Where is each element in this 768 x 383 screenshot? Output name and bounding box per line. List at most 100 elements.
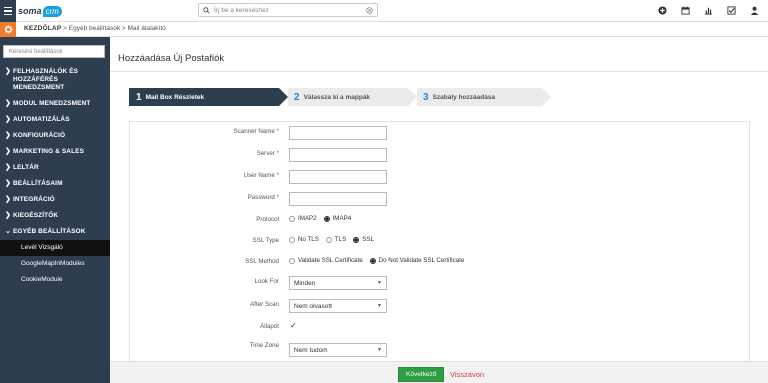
sidebar-item-automation[interactable]: ❯ AUTOMATIZÁLÁS: [0, 112, 110, 128]
sidebar-item-label: FELHASZNÁLÓK ÉS HOZZÁFÉRÉS MENEDZSMENT: [13, 68, 79, 91]
radio-circle-selected: [353, 236, 360, 243]
radio-circle: [289, 215, 295, 222]
field-label: Scanner Name *: [233, 128, 279, 135]
ssl-type-radio-no-tls[interactable]: No TLS: [289, 236, 319, 243]
sidebar-search-input[interactable]: Keresési beállítások: [3, 45, 105, 58]
chevron-right-icon: ❯: [5, 148, 11, 155]
breadcrumb-trail: > Egyéb beállítások > Mail átalakító: [61, 25, 166, 32]
sidebar-item-label: KONFIGURÁCIÓ: [13, 132, 66, 139]
sidebar-item-label: AUTOMATIZÁLÁS: [13, 116, 70, 123]
ssl-method-radio-group: Validate SSL Certificate Do Not Validate…: [289, 257, 464, 264]
step-mailbox-details: 1 Mail Box Részletek: [129, 88, 279, 106]
caret-down-icon: ▼: [377, 347, 382, 353]
sidebar-item-users-access[interactable]: ❯ FELHASZNÁLÓK ÉS HOZZÁFÉRÉS MENEDZSMENT: [0, 64, 110, 96]
protocol-radio-imap4[interactable]: IMAP4: [323, 215, 351, 222]
step-label: Válassza ki a mappák: [303, 93, 371, 101]
sidebar-subitem-mail-scanner[interactable]: Levél Vizsgáló: [0, 240, 110, 256]
user-icon[interactable]: [748, 4, 760, 16]
sidebar-item-integration[interactable]: ❯ INTEGRÁCIÓ: [0, 192, 110, 208]
sidebar-item-marketing-sales[interactable]: ❯ MARKETING & SALES: [0, 144, 110, 160]
sidebar-item-other-settings[interactable]: ⌄ EGYÉB BEÁLLÍTÁSOK: [0, 224, 110, 240]
top-bar: soma crm Írj be a kereséshez: [0, 0, 768, 22]
field-label: Állapot: [260, 323, 279, 330]
radio-circle: [289, 236, 295, 243]
sidebar-item-extensions[interactable]: ❯ KIEGÉSZÍTŐK: [0, 208, 110, 224]
breadcrumb: KEZDŐLAP > Egyéb beállítások > Mail átal…: [24, 25, 166, 32]
chevron-right-icon: ❯: [5, 180, 11, 187]
chevron-right-icon: ❯: [5, 164, 11, 171]
plus-icon[interactable]: [656, 4, 668, 16]
main-content: Hozzáadása Új Postafiók 1 Mail Box Részl…: [110, 37, 768, 383]
logo-badge: crm: [42, 5, 62, 17]
password-input[interactable]: [289, 192, 387, 206]
calendar-icon[interactable]: [679, 4, 691, 16]
ssl-type-radio-tls[interactable]: TLS: [325, 236, 346, 243]
breadcrumb-home[interactable]: KEZDŐLAP: [24, 25, 61, 32]
sidebar-item-label: LELTÁR: [13, 164, 39, 171]
time-zone-select[interactable]: Nem tudom ▼: [289, 343, 387, 357]
status-checkbox[interactable]: ✓: [290, 321, 297, 330]
wizard-steps: 1 Mail Box Részletek 2 Válassza ki a map…: [129, 88, 551, 106]
field-label: After Scan: [250, 301, 279, 308]
protocol-radio-group: IMAP2 IMAP4: [289, 215, 351, 222]
breadcrumb-bar: KEZDŐLAP > Egyéb beállítások > Mail átal…: [0, 22, 768, 37]
ssl-type-radio-ssl[interactable]: SSL: [353, 236, 374, 243]
sidebar-item-label: BEÁLLÍTÁSAIM: [13, 180, 63, 187]
settings-gear-icon[interactable]: [0, 22, 16, 37]
sidebar-item-my-settings[interactable]: ❯ BEÁLLÍTÁSAIM: [0, 176, 110, 192]
sidebar-subitem-cookie-module[interactable]: CookieModule: [0, 272, 110, 288]
top-icons: [656, 4, 760, 16]
user-name-input[interactable]: [289, 170, 387, 184]
step-number: 3: [423, 91, 429, 103]
mailbox-form: Scanner Name * Server * User Name * Pass…: [129, 121, 750, 383]
checklist-icon[interactable]: [725, 4, 737, 16]
sidebar-item-configuration[interactable]: ❯ KONFIGURÁCIÓ: [0, 128, 110, 144]
step-arrow: [408, 88, 417, 106]
field-label: Protocol: [256, 216, 279, 223]
form-footer: Következő Visszavon: [110, 361, 768, 383]
sidebar: Keresési beállítások ❯ FELHASZNÁLÓK ÉS HO…: [0, 37, 110, 383]
clear-search-icon[interactable]: [366, 6, 373, 14]
chevron-right-icon: ❯: [5, 116, 11, 123]
field-label: Server *: [256, 150, 279, 157]
look-for-select[interactable]: Minden ▼: [289, 276, 387, 290]
bar-chart-icon[interactable]: [702, 4, 714, 16]
logo-text: soma: [18, 6, 42, 16]
sidebar-item-module-management[interactable]: ❯ MODUL MENEDZSMENT: [0, 96, 110, 112]
radio-circle: [289, 257, 295, 264]
field-label: Look For: [254, 278, 279, 285]
ssl-method-radio-do-not-validate[interactable]: Do Not Validate SSL Certificate: [369, 257, 464, 264]
radio-circle: [325, 236, 332, 243]
step-number: 1: [136, 91, 142, 103]
sidebar-item-inventory[interactable]: ❯ LELTÁR: [0, 160, 110, 176]
hamburger-menu-icon[interactable]: [0, 0, 16, 22]
next-button[interactable]: Következő: [398, 367, 445, 382]
sidebar-subitem-google-map[interactable]: GoogleMapInModules: [0, 256, 110, 272]
sidebar-item-label: MODUL MENEDZSMENT: [13, 100, 91, 107]
ssl-type-radio-group: No TLS TLS SSL: [289, 236, 374, 243]
after-scan-select[interactable]: Nem olvasott ▼: [289, 299, 387, 313]
caret-down-icon: ▼: [377, 303, 382, 309]
divider: [110, 71, 768, 72]
step-add-rule: 3 Szabály hozzáadása: [417, 88, 542, 106]
cancel-link[interactable]: Visszavon: [450, 370, 484, 379]
step-arrow: [542, 88, 551, 106]
chevron-right-icon: ❯: [5, 68, 11, 75]
field-label: Time Zone: [249, 342, 279, 349]
protocol-radio-imap2[interactable]: IMAP2: [289, 215, 317, 222]
chevron-right-icon: ❯: [5, 100, 11, 107]
logo[interactable]: soma crm: [18, 3, 62, 19]
step-label: Szabály hozzáadása: [432, 93, 496, 101]
server-input[interactable]: [289, 148, 387, 162]
sidebar-item-label: INTEGRÁCIÓ: [13, 196, 55, 203]
sidebar-item-label: KIEGÉSZÍTŐK: [13, 212, 59, 219]
search-icon: [203, 6, 210, 14]
global-search-input[interactable]: Írj be a kereséshez: [198, 3, 378, 17]
ssl-method-radio-validate[interactable]: Validate SSL Certificate: [289, 257, 363, 264]
caret-down-icon: ▼: [377, 280, 382, 286]
step-number: 2: [294, 91, 300, 103]
scanner-name-input[interactable]: [289, 126, 387, 140]
chevron-down-icon: ⌄: [5, 228, 11, 235]
field-label: SSL Type: [252, 237, 280, 244]
chevron-right-icon: ❯: [5, 212, 11, 219]
